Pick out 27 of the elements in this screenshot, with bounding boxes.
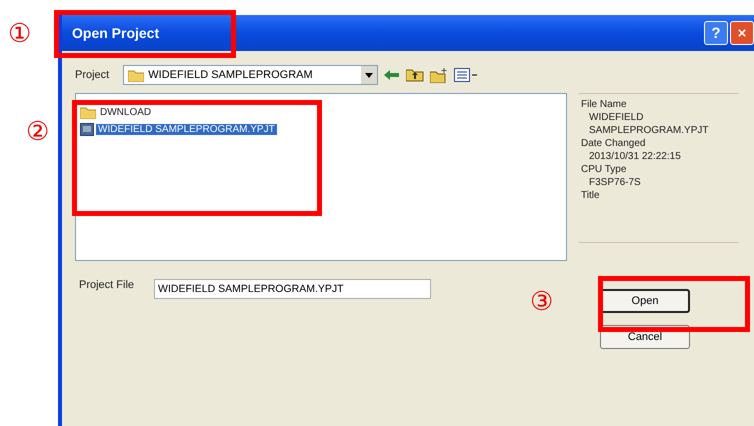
folder-icon [80,106,96,118]
info-label: CPU Type [581,163,628,176]
folder-icon [128,68,144,82]
up-folder-icon[interactable] [406,68,424,82]
dialog-button[interactable]: Open [600,289,690,313]
window-title: Open Project [72,25,160,41]
help-button[interactable]: ? [704,21,728,45]
project-label: Project [75,69,110,81]
step-number: ③ [530,288,553,314]
info-value: F3SP76-7S [588,176,642,189]
file-item[interactable]: DWNLOAD [80,105,154,119]
close-button[interactable]: × [730,21,754,45]
info-value: 2013/10/31 22:22:15 [588,150,682,163]
project-file-label: Project File [79,279,134,291]
info-label: Title [581,189,601,202]
folder-dropdown[interactable]: WIDEFIELD SAMPLEPROGRAM [123,65,378,85]
caret-icon [361,66,378,84]
project-file-field[interactable]: WIDEFIELD SAMPLEPROGRAM.YPJT [154,279,432,299]
step-number: ① [8,20,31,46]
view-menu-icon[interactable] [454,68,478,82]
step-number: ② [26,118,49,144]
file-icon [80,122,94,136]
back-arrow-icon[interactable] [384,69,400,81]
new-folder-icon[interactable] [430,68,448,82]
info-label: Date Changed [581,137,646,150]
info-label: File Name [581,98,628,111]
info-value: WIDEFIELD SAMPLEPROGRAM.YPJT [588,111,710,137]
